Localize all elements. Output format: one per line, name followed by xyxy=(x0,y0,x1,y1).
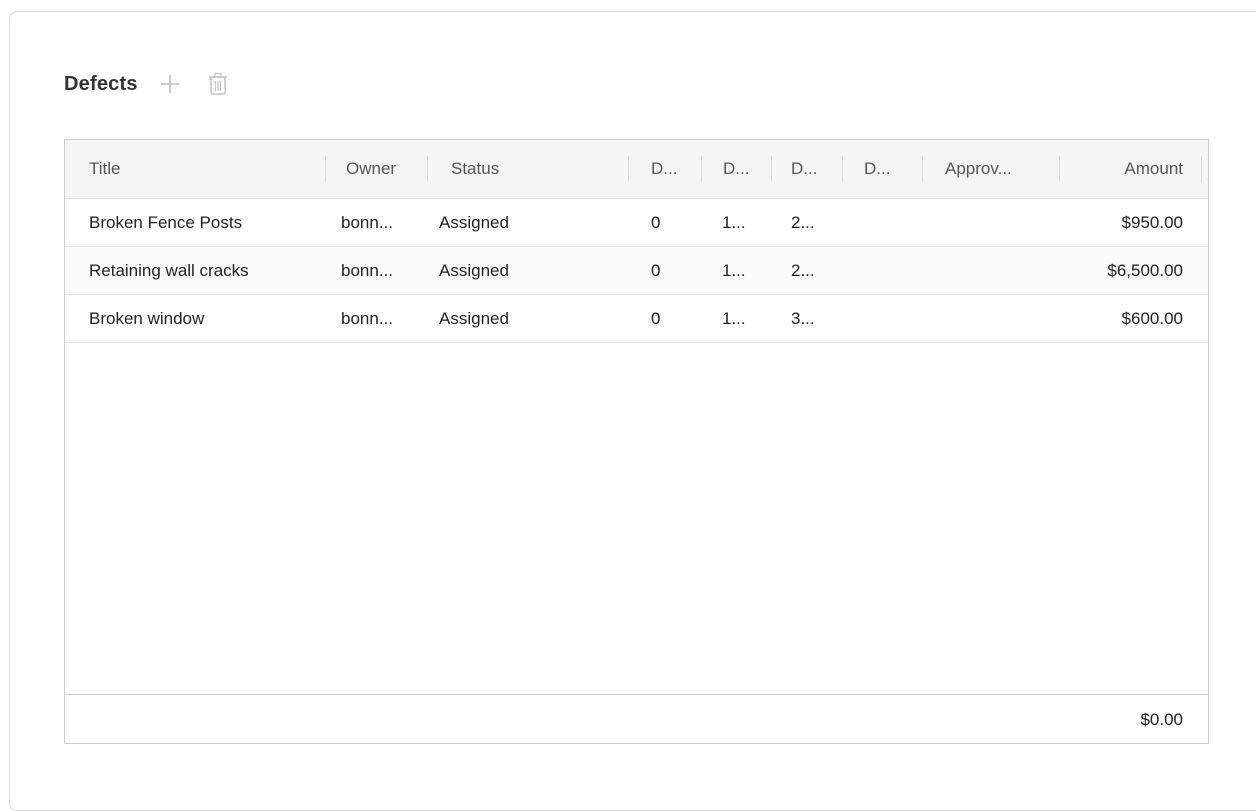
cell-d4 xyxy=(864,247,919,294)
column-header-amount[interactable]: Amount xyxy=(1065,140,1183,198)
cell-status: Assigned xyxy=(439,308,509,328)
cell-owner: bonn... xyxy=(341,260,393,280)
cell-title: Broken window xyxy=(89,308,205,328)
column-header-owner[interactable]: Owner xyxy=(346,140,426,198)
cell-d2: 1... xyxy=(722,260,746,280)
cell-approval xyxy=(945,295,1055,342)
cell-title: Retaining wall cracks xyxy=(89,260,249,280)
table-row[interactable]: Retaining wall cracks bonn... Assigned 0… xyxy=(65,247,1208,295)
cell-d2: 1... xyxy=(722,212,746,232)
cell-title: Broken Fence Posts xyxy=(89,212,243,232)
column-header-status[interactable]: Status xyxy=(451,140,621,198)
defects-grid: Title Owner Status D... D... D... D... A… xyxy=(64,139,1209,744)
column-header-approval[interactable]: Approv... xyxy=(945,140,1055,198)
grid-header: Title Owner Status D... D... D... D... A… xyxy=(65,140,1208,199)
cell-owner: bonn... xyxy=(341,308,393,328)
column-header-d2[interactable]: D... xyxy=(723,140,768,198)
cell-d2: 1... xyxy=(722,308,746,328)
cell-d3: 3... xyxy=(791,308,815,328)
cell-status: Assigned xyxy=(439,260,509,280)
column-header-d4[interactable]: D... xyxy=(864,140,919,198)
column-resizer[interactable] xyxy=(628,156,629,182)
cell-status: Assigned xyxy=(439,212,509,232)
defects-header: Defects xyxy=(64,68,232,100)
cell-approval xyxy=(945,247,1055,294)
trash-icon xyxy=(208,72,227,95)
column-resizer[interactable] xyxy=(842,156,843,182)
table-row[interactable]: Broken Fence Posts bonn... Assigned 0 1.… xyxy=(65,199,1208,247)
cell-d3: 2... xyxy=(791,260,815,280)
table-row[interactable]: Broken window bonn... Assigned 0 1... 3.… xyxy=(65,295,1208,343)
column-resizer[interactable] xyxy=(427,156,428,182)
cell-d1: 0 xyxy=(651,212,661,232)
column-resizer[interactable] xyxy=(1201,156,1202,182)
cell-amount: $6,500.00 xyxy=(1107,260,1183,280)
footer-total-amount: $0.00 xyxy=(1140,709,1183,729)
column-resizer[interactable] xyxy=(701,156,702,182)
cell-owner: bonn... xyxy=(341,212,393,232)
column-resizer[interactable] xyxy=(771,156,772,182)
plus-icon xyxy=(160,75,179,93)
cell-amount: $600.00 xyxy=(1121,308,1183,328)
grid-footer: $0.00 xyxy=(65,694,1208,744)
column-resizer[interactable] xyxy=(1059,156,1060,182)
cell-d3: 2... xyxy=(791,212,815,232)
cell-approval xyxy=(945,199,1055,246)
cell-d4 xyxy=(864,199,919,246)
cell-d4 xyxy=(864,295,919,342)
column-header-title[interactable]: Title xyxy=(89,140,319,198)
add-defect-button[interactable] xyxy=(156,70,184,98)
cell-d1: 0 xyxy=(651,308,661,328)
cell-d1: 0 xyxy=(651,260,661,280)
column-header-d3[interactable]: D... xyxy=(791,140,836,198)
column-header-d1[interactable]: D... xyxy=(651,140,701,198)
column-resizer[interactable] xyxy=(325,156,326,182)
delete-defect-button[interactable] xyxy=(204,70,232,98)
column-resizer[interactable] xyxy=(922,156,923,182)
section-title: Defects xyxy=(64,72,138,95)
cell-amount: $950.00 xyxy=(1121,212,1183,232)
